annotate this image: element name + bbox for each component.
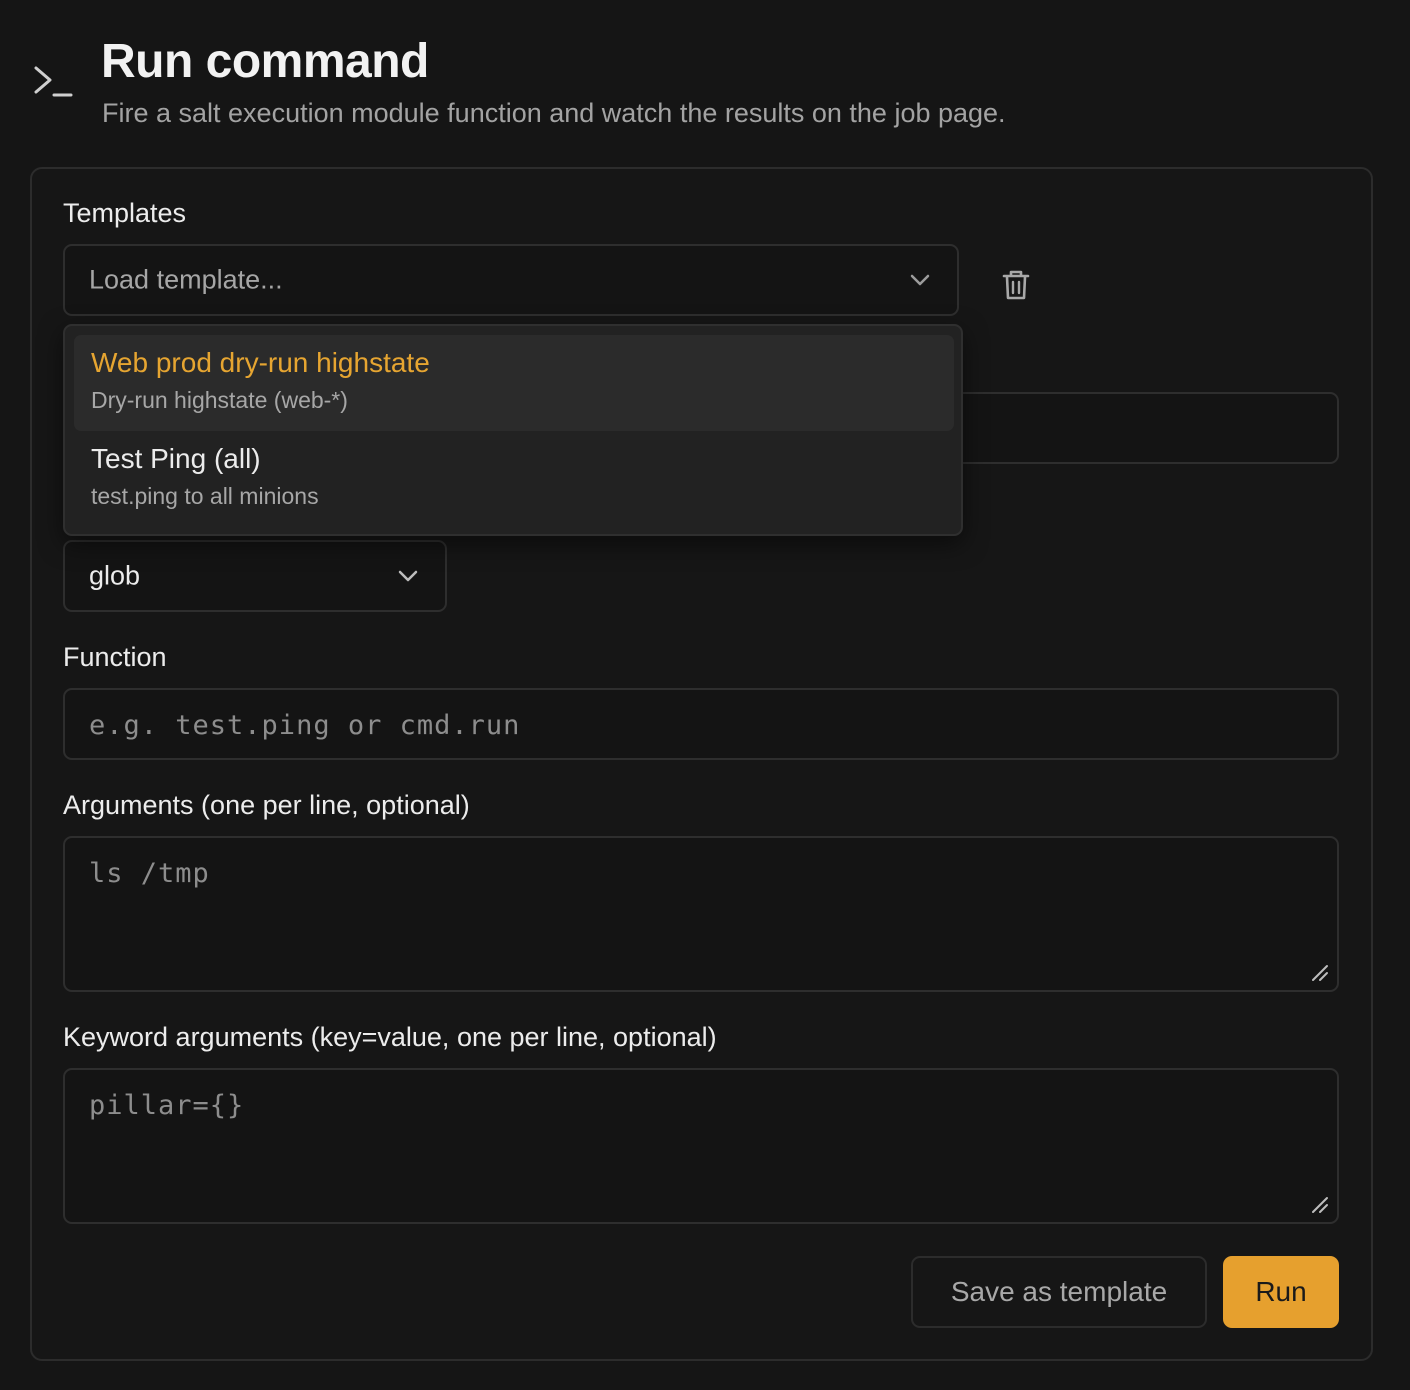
kwargs-placeholder: pillar={} xyxy=(89,1090,245,1121)
template-option-description: test.ping to all minions xyxy=(91,483,319,509)
run-button[interactable]: Run xyxy=(1223,1256,1339,1328)
chevron-down-icon xyxy=(910,274,930,286)
template-select[interactable]: Load template... xyxy=(63,244,959,316)
resize-grip-icon[interactable] xyxy=(1309,1194,1329,1214)
template-option-title: Test Ping (all) xyxy=(91,443,261,474)
template-option-title: Web prod dry-run highstate xyxy=(91,347,430,378)
function-label: Function xyxy=(63,642,167,672)
chevron-down-icon xyxy=(398,570,418,582)
template-option[interactable]: Test Ping (all) test.ping to all minions xyxy=(74,431,954,527)
template-dropdown-menu: Web prod dry-run highstate Dry-run highs… xyxy=(63,324,963,536)
save-as-template-button[interactable]: Save as template xyxy=(911,1256,1207,1328)
kwargs-label: Keyword arguments (key=value, one per li… xyxy=(63,1022,717,1052)
kwargs-textarea[interactable]: pillar={} xyxy=(63,1068,1339,1224)
function-placeholder: e.g. test.ping or cmd.run xyxy=(89,710,521,741)
resize-grip-icon[interactable] xyxy=(1309,962,1329,982)
trash-icon[interactable] xyxy=(1000,268,1032,302)
arguments-label: Arguments (one per line, optional) xyxy=(63,790,470,820)
templates-label: Templates xyxy=(63,198,187,228)
function-input[interactable]: e.g. test.ping or cmd.run xyxy=(63,688,1339,760)
template-option-description: Dry-run highstate (web-*) xyxy=(91,387,348,413)
template-option[interactable]: Web prod dry-run highstate Dry-run highs… xyxy=(74,335,954,431)
arguments-textarea[interactable]: ls /tmp xyxy=(63,836,1339,992)
template-select-placeholder: Load template... xyxy=(89,264,283,295)
page-subtitle: Fire a salt execution module function an… xyxy=(102,98,1006,128)
arguments-placeholder: ls /tmp xyxy=(89,858,210,889)
page-title: Run command xyxy=(101,35,429,88)
target-type-value: glob xyxy=(89,560,141,591)
target-type-select[interactable]: glob xyxy=(63,540,447,612)
page-header: Run command Fire a salt execution module… xyxy=(0,0,1410,160)
terminal-prompt-icon xyxy=(34,66,73,97)
